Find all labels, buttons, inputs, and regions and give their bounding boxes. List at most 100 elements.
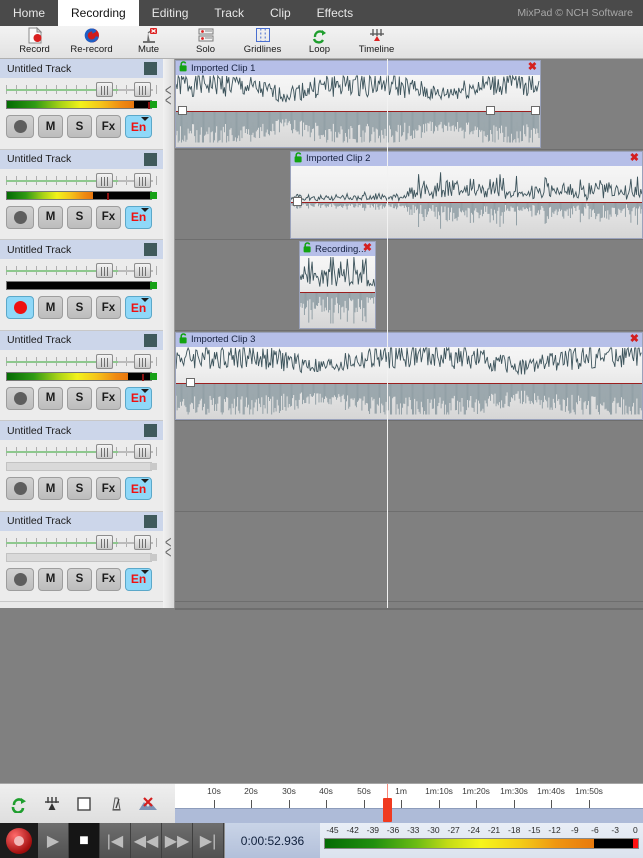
timeline-clip-area[interactable]: Imported Clip 1 ✖ Imported Clip 2 ✖ Recordin… bbox=[175, 59, 643, 608]
volume-slider[interactable] bbox=[96, 353, 113, 369]
close-icon[interactable]: ✖ bbox=[630, 333, 639, 345]
record-button[interactable] bbox=[0, 823, 38, 858]
clip-trim-handle[interactable] bbox=[531, 106, 540, 115]
audio-clip[interactable]: Imported Clip 2 ✖ bbox=[290, 150, 643, 239]
timeline-lane[interactable] bbox=[175, 240, 643, 331]
track-enable-button[interactable]: En bbox=[125, 477, 152, 500]
rewind-button[interactable]: ◀◀ bbox=[131, 823, 162, 858]
pan-slider[interactable] bbox=[134, 534, 151, 550]
clip-header[interactable]: Imported Clip 3 ✖ bbox=[176, 332, 642, 347]
metronome-off-icon[interactable] bbox=[137, 793, 159, 815]
menu-item-home[interactable]: Home bbox=[0, 0, 58, 26]
track-enable-button[interactable]: En bbox=[125, 386, 152, 410]
volume-slider[interactable] bbox=[96, 263, 113, 278]
menu-item-editing[interactable]: Editing bbox=[139, 0, 202, 26]
close-icon[interactable]: ✖ bbox=[630, 152, 639, 164]
skip-start-button[interactable]: |◀ bbox=[100, 823, 131, 858]
track-record-arm-button[interactable] bbox=[6, 477, 34, 500]
clip-trim-handle[interactable] bbox=[293, 196, 302, 206]
track-name[interactable]: Untitled Track bbox=[0, 240, 163, 259]
track-header[interactable]: Untitled Track M S Fx En bbox=[0, 421, 163, 512]
track-record-arm-button[interactable] bbox=[6, 205, 34, 229]
metronome-toggle[interactable] bbox=[105, 793, 127, 815]
track-solo-button[interactable]: S bbox=[67, 205, 92, 229]
track-name[interactable]: Untitled Track bbox=[0, 421, 163, 440]
toolbar-loop-button[interactable]: Loop bbox=[291, 26, 348, 59]
menu-item-clip[interactable]: Clip bbox=[257, 0, 304, 26]
track-enable-button[interactable]: En bbox=[125, 115, 152, 138]
clip-header[interactable]: Imported Clip 2 ✖ bbox=[291, 151, 642, 166]
track-record-arm-button[interactable] bbox=[6, 567, 34, 591]
audio-clip[interactable]: Imported Clip 3 ✖ bbox=[175, 331, 643, 420]
clip-trim-handle[interactable] bbox=[486, 106, 495, 115]
collapse-chevron-top2[interactable]: < bbox=[165, 91, 171, 110]
track-color-swatch[interactable] bbox=[144, 333, 157, 347]
toolbar-solo-button[interactable]: Solo bbox=[177, 26, 234, 59]
track-fx-button[interactable]: Fx bbox=[96, 567, 121, 591]
ruler-band[interactable] bbox=[175, 808, 643, 824]
volume-slider[interactable] bbox=[96, 82, 113, 97]
skip-end-button[interactable]: ▶| bbox=[193, 823, 224, 858]
audio-clip[interactable]: Imported Clip 1 ✖ bbox=[175, 60, 541, 148]
clip-trim-handle[interactable] bbox=[178, 106, 187, 115]
track-name[interactable]: Untitled Track bbox=[0, 149, 163, 169]
track-header[interactable]: Untitled Track M S Fx En bbox=[0, 511, 163, 602]
pan-slider[interactable] bbox=[134, 353, 151, 369]
collapse-chevron-bottom2[interactable]: < bbox=[165, 543, 171, 562]
toolbar-gridlines-button[interactable]: Gridlines bbox=[234, 26, 291, 59]
track-fx-button[interactable]: Fx bbox=[96, 477, 121, 500]
stop-button[interactable]: ■ bbox=[69, 823, 100, 858]
track-color-swatch[interactable] bbox=[144, 152, 157, 166]
track-fx-button[interactable]: Fx bbox=[96, 115, 121, 138]
track-color-swatch[interactable] bbox=[144, 424, 157, 437]
track-name[interactable]: Untitled Track bbox=[0, 59, 163, 78]
toolbar-timeline-button[interactable]: Timeline bbox=[348, 26, 405, 59]
clip-header[interactable]: Recording... ✖ bbox=[300, 242, 375, 256]
track-record-arm-button[interactable] bbox=[6, 115, 34, 138]
track-enable-button[interactable]: En bbox=[125, 296, 152, 319]
track-mute-button[interactable]: M bbox=[38, 386, 63, 410]
track-fx-button[interactable]: Fx bbox=[96, 205, 121, 229]
timeline-lane[interactable] bbox=[175, 512, 643, 602]
menu-item-effects[interactable]: Effects bbox=[304, 0, 366, 26]
clip-trim-handle[interactable] bbox=[186, 377, 195, 387]
select-tool[interactable] bbox=[73, 793, 95, 815]
pan-slider[interactable] bbox=[134, 444, 151, 459]
pan-slider[interactable] bbox=[134, 263, 151, 278]
time-ruler[interactable]: 10s 20s 30s 40s 50s 1m 1m:10s 1m:20s 1m:30s 1m:40… bbox=[175, 784, 643, 824]
track-mute-button[interactable]: M bbox=[38, 205, 63, 229]
track-fx-button[interactable]: Fx bbox=[96, 386, 121, 410]
timeline-toggle[interactable] bbox=[41, 793, 63, 815]
track-solo-button[interactable]: S bbox=[67, 296, 92, 319]
menu-item-recording[interactable]: Recording bbox=[58, 0, 139, 26]
pan-slider[interactable] bbox=[134, 172, 151, 188]
pan-slider[interactable] bbox=[134, 82, 151, 97]
timeline-lane[interactable] bbox=[175, 421, 643, 512]
track-header[interactable]: Untitled Track M S Fx En bbox=[0, 59, 163, 150]
menu-item-track[interactable]: Track bbox=[201, 0, 257, 26]
track-record-arm-button[interactable] bbox=[6, 296, 34, 319]
track-solo-button[interactable]: S bbox=[67, 386, 92, 410]
play-button[interactable]: ▶ bbox=[38, 823, 69, 858]
close-icon[interactable]: ✖ bbox=[528, 62, 537, 73]
audio-clip[interactable]: Recording... ✖ bbox=[299, 241, 376, 329]
track-enable-button[interactable]: En bbox=[125, 205, 152, 229]
track-solo-button[interactable]: S bbox=[67, 567, 92, 591]
volume-slider[interactable] bbox=[96, 172, 113, 188]
track-color-swatch[interactable] bbox=[144, 62, 157, 75]
toolbar-mute-button[interactable]: Mute bbox=[120, 26, 177, 59]
track-enable-button[interactable]: En bbox=[125, 567, 152, 591]
track-record-arm-button[interactable] bbox=[6, 386, 34, 410]
track-color-swatch[interactable] bbox=[144, 514, 157, 528]
track-solo-button[interactable]: S bbox=[67, 115, 92, 138]
track-solo-button[interactable]: S bbox=[67, 477, 92, 500]
toolbar-rerecord-button[interactable]: Re-record bbox=[63, 26, 120, 59]
track-header[interactable]: Untitled Track M S Fx En bbox=[0, 149, 163, 240]
track-color-swatch[interactable] bbox=[144, 243, 157, 256]
loop-toggle[interactable] bbox=[9, 793, 31, 815]
close-icon[interactable]: ✖ bbox=[363, 243, 372, 254]
track-header[interactable]: Untitled Track M S Fx En bbox=[0, 330, 163, 421]
track-mute-button[interactable]: M bbox=[38, 567, 63, 591]
toolbar-record-button[interactable]: Record bbox=[6, 26, 63, 59]
track-name[interactable]: Untitled Track bbox=[0, 511, 163, 531]
